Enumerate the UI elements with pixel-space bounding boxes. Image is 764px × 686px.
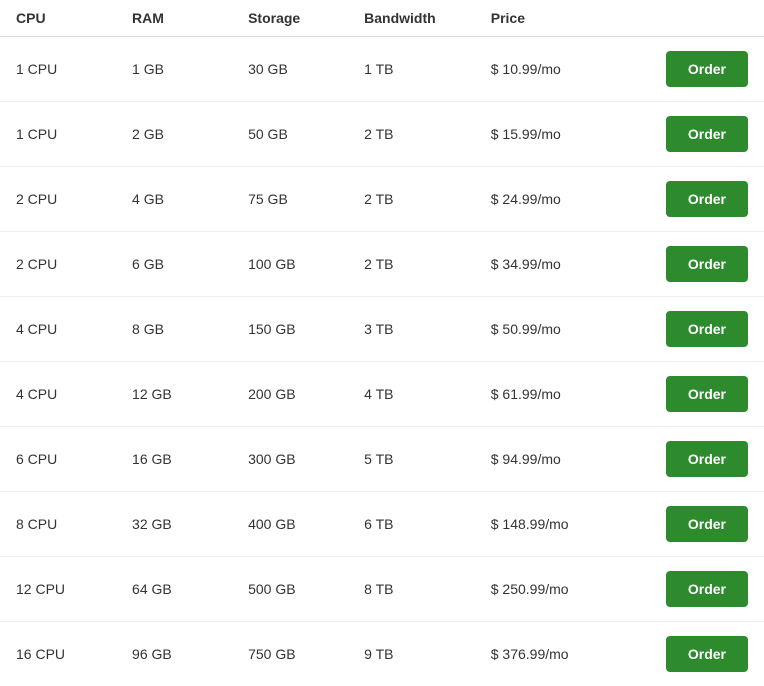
cell-storage: 200 GB	[232, 362, 348, 427]
cell-action: Order	[644, 492, 764, 557]
cell-cpu: 2 CPU	[0, 232, 116, 297]
table-row: 8 CPU32 GB400 GB6 TB$ 148.99/mo Order	[0, 492, 764, 557]
header-bandwidth: Bandwidth	[348, 0, 475, 37]
cell-ram: 6 GB	[116, 232, 232, 297]
cell-storage: 30 GB	[232, 37, 348, 102]
cell-action: Order	[644, 557, 764, 622]
cell-cpu: 4 CPU	[0, 297, 116, 362]
cell-storage: 50 GB	[232, 102, 348, 167]
order-button-1[interactable]: Order	[666, 116, 748, 152]
order-button-6[interactable]: Order	[666, 441, 748, 477]
cell-ram: 96 GB	[116, 622, 232, 686]
cell-storage: 500 GB	[232, 557, 348, 622]
cell-bandwidth: 8 TB	[348, 557, 475, 622]
order-button-0[interactable]: Order	[666, 51, 748, 87]
cell-price: $ 94.99/mo	[475, 427, 644, 492]
cell-bandwidth: 5 TB	[348, 427, 475, 492]
cell-bandwidth: 1 TB	[348, 37, 475, 102]
order-button-4[interactable]: Order	[666, 311, 748, 347]
header-ram: RAM	[116, 0, 232, 37]
table-row: 2 CPU6 GB100 GB2 TB$ 34.99/mo Order	[0, 232, 764, 297]
order-button-7[interactable]: Order	[666, 506, 748, 542]
cell-ram: 64 GB	[116, 557, 232, 622]
order-button-3[interactable]: Order	[666, 246, 748, 282]
table-row: 4 CPU12 GB200 GB4 TB$ 61.99/mo Order	[0, 362, 764, 427]
order-button-5[interactable]: Order	[666, 376, 748, 412]
cell-ram: 8 GB	[116, 297, 232, 362]
cell-storage: 750 GB	[232, 622, 348, 686]
table-row: 12 CPU64 GB500 GB8 TB$ 250.99/mo Order	[0, 557, 764, 622]
table-row: 16 CPU96 GB750 GB9 TB$ 376.99/mo Order	[0, 622, 764, 686]
cell-price: $ 15.99/mo	[475, 102, 644, 167]
cell-bandwidth: 2 TB	[348, 232, 475, 297]
cell-price: $ 148.99/mo	[475, 492, 644, 557]
cell-price: $ 50.99/mo	[475, 297, 644, 362]
cell-action: Order	[644, 37, 764, 102]
order-button-2[interactable]: Order	[666, 181, 748, 217]
cell-bandwidth: 4 TB	[348, 362, 475, 427]
cell-action: Order	[644, 232, 764, 297]
cell-storage: 150 GB	[232, 297, 348, 362]
cell-bandwidth: 2 TB	[348, 167, 475, 232]
header-price: Price	[475, 0, 644, 37]
cell-price: $ 24.99/mo	[475, 167, 644, 232]
cell-ram: 1 GB	[116, 37, 232, 102]
cell-price: $ 10.99/mo	[475, 37, 644, 102]
cell-cpu: 16 CPU	[0, 622, 116, 686]
table-row: 6 CPU16 GB300 GB5 TB$ 94.99/mo Order	[0, 427, 764, 492]
pricing-table: CPU RAM Storage Bandwidth Price 1 CPU1 G…	[0, 0, 764, 686]
cell-ram: 4 GB	[116, 167, 232, 232]
cell-cpu: 1 CPU	[0, 102, 116, 167]
cell-action: Order	[644, 167, 764, 232]
table-row: 1 CPU1 GB30 GB1 TB$ 10.99/mo Order	[0, 37, 764, 102]
cell-action: Order	[644, 297, 764, 362]
cell-ram: 12 GB	[116, 362, 232, 427]
cell-price: $ 376.99/mo	[475, 622, 644, 686]
cell-bandwidth: 2 TB	[348, 102, 475, 167]
cell-bandwidth: 9 TB	[348, 622, 475, 686]
cell-action: Order	[644, 102, 764, 167]
cell-cpu: 2 CPU	[0, 167, 116, 232]
cell-price: $ 61.99/mo	[475, 362, 644, 427]
cell-bandwidth: 6 TB	[348, 492, 475, 557]
cell-action: Order	[644, 427, 764, 492]
cell-cpu: 8 CPU	[0, 492, 116, 557]
cell-ram: 32 GB	[116, 492, 232, 557]
cell-storage: 400 GB	[232, 492, 348, 557]
cell-cpu: 6 CPU	[0, 427, 116, 492]
cell-cpu: 4 CPU	[0, 362, 116, 427]
cell-cpu: 1 CPU	[0, 37, 116, 102]
cell-ram: 16 GB	[116, 427, 232, 492]
cell-storage: 300 GB	[232, 427, 348, 492]
header-cpu: CPU	[0, 0, 116, 37]
order-button-8[interactable]: Order	[666, 571, 748, 607]
table-row: 1 CPU2 GB50 GB2 TB$ 15.99/mo Order	[0, 102, 764, 167]
table-row: 4 CPU8 GB150 GB3 TB$ 50.99/mo Order	[0, 297, 764, 362]
cell-action: Order	[644, 362, 764, 427]
order-button-9[interactable]: Order	[666, 636, 748, 672]
cell-action: Order	[644, 622, 764, 686]
cell-ram: 2 GB	[116, 102, 232, 167]
header-action	[644, 0, 764, 37]
cell-price: $ 34.99/mo	[475, 232, 644, 297]
cell-price: $ 250.99/mo	[475, 557, 644, 622]
table-row: 2 CPU4 GB75 GB2 TB$ 24.99/mo Order	[0, 167, 764, 232]
cell-bandwidth: 3 TB	[348, 297, 475, 362]
cell-cpu: 12 CPU	[0, 557, 116, 622]
cell-storage: 100 GB	[232, 232, 348, 297]
cell-storage: 75 GB	[232, 167, 348, 232]
header-storage: Storage	[232, 0, 348, 37]
